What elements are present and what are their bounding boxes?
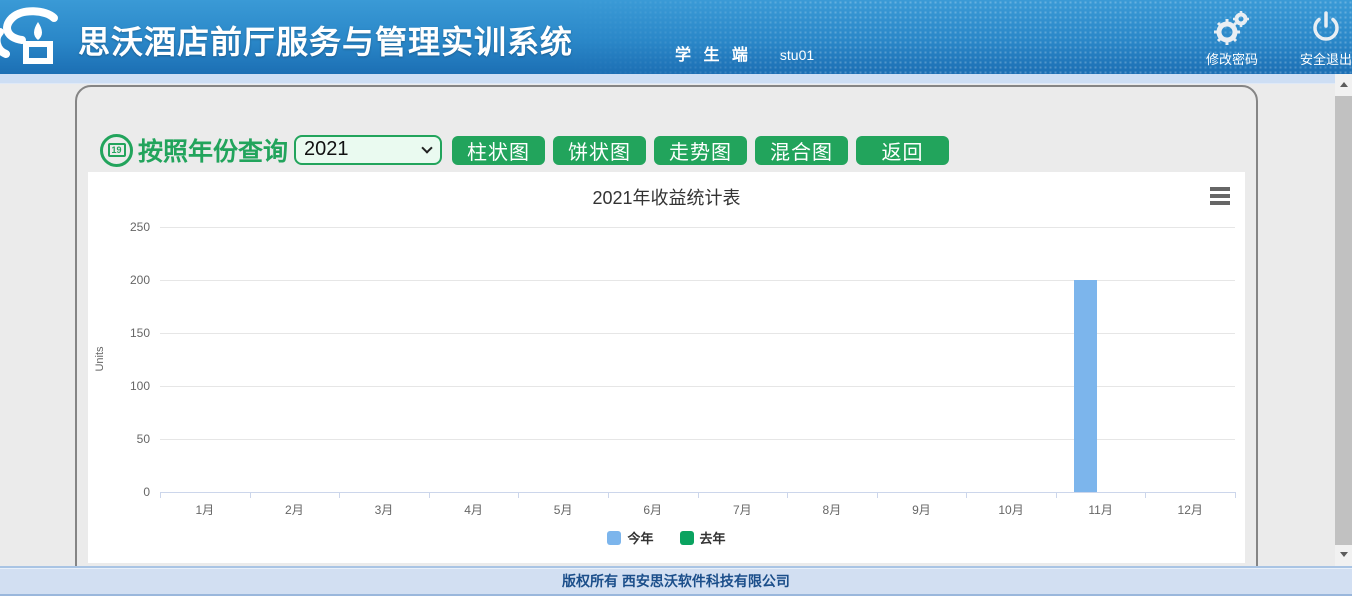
gears-icon (1210, 10, 1254, 46)
trend-chart-button[interactable]: 走势图 (654, 136, 747, 165)
app-logo-icon (0, 4, 76, 70)
y-tick-label: 100 (88, 379, 150, 393)
scroll-down-button[interactable] (1335, 546, 1352, 563)
back-button[interactable]: 返回 (856, 136, 949, 165)
query-bar: 19 按照年份查询 2021 柱状图饼状图走势图混合图返回 (100, 133, 949, 167)
legend-item-去年[interactable]: 去年 (680, 528, 726, 547)
power-icon (1308, 10, 1344, 46)
legend-label: 去年 (700, 528, 726, 547)
x-tick-label: 11月 (1071, 501, 1131, 518)
username: stu01 (780, 47, 814, 63)
app-header: 思沃酒店前厅服务与管理实训系统 学 生 端 stu01 (0, 0, 1352, 74)
x-axis-tick (877, 492, 878, 498)
change-password-button[interactable]: 修改密码 (1184, 10, 1280, 68)
bar-chart-button[interactable]: 柱状图 (452, 136, 545, 165)
chart-legend: 今年 去年 (88, 528, 1245, 547)
legend-swatch (680, 531, 694, 545)
chart-type-buttons: 柱状图饼状图走势图混合图返回 (452, 136, 949, 165)
x-axis-tick (339, 492, 340, 498)
x-axis-tick (1056, 492, 1057, 498)
chart-title: 2021年收益统计表 (88, 184, 1245, 210)
x-axis-tick (250, 492, 251, 498)
x-axis-tick (1235, 492, 1236, 498)
x-axis-tick (160, 492, 161, 498)
x-tick-label: 3月 (354, 501, 414, 518)
x-tick-label: 9月 (891, 501, 951, 518)
hamburger-menu-button[interactable] (1210, 187, 1230, 208)
vertical-scrollbar[interactable] (1335, 74, 1352, 566)
y-tick-label: 50 (88, 432, 150, 446)
calendar-day: 19 (111, 145, 121, 155)
x-tick-label: 10月 (981, 501, 1041, 518)
x-tick-label: 4月 (444, 501, 504, 518)
x-tick-label: 6月 (623, 501, 683, 518)
x-axis-tick (608, 492, 609, 498)
bar-今年-11月[interactable] (1074, 280, 1097, 492)
chart-canvas: 2021年收益统计表 Units 0 50 100 150 200 250 1月 2月 3月 4月… (88, 172, 1245, 563)
x-axis-tick (698, 492, 699, 498)
app-title: 思沃酒店前厅服务与管理实训系统 (78, 17, 573, 63)
x-tick-label: 1月 (175, 501, 235, 518)
footer: 版权所有 西安思沃软件科技有限公司 (0, 566, 1352, 596)
change-password-label: 修改密码 (1206, 49, 1258, 68)
pie-chart-button[interactable]: 饼状图 (553, 136, 646, 165)
content-panel: 19 按照年份查询 2021 柱状图饼状图走势图混合图返回 2021年收益统计表… (75, 85, 1258, 590)
triangle-down-icon (1340, 552, 1348, 557)
scroll-up-button[interactable] (1335, 76, 1352, 93)
query-label: 按照年份查询 (138, 132, 288, 168)
legend-label: 今年 (627, 528, 653, 547)
x-axis-tick (787, 492, 788, 498)
x-tick-label: 12月 (1160, 501, 1220, 518)
x-tick-label: 5月 (533, 501, 593, 518)
x-tick-label: 2月 (264, 501, 324, 518)
y-tick-label: 250 (88, 220, 150, 234)
header-user-info: 学 生 端 stu01 (675, 41, 814, 65)
mixed-chart-button[interactable]: 混合图 (755, 136, 848, 165)
role-label: 学 生 端 (675, 41, 752, 65)
calendar-icon: 19 (100, 134, 133, 167)
x-tick-label: 7月 (712, 501, 772, 518)
triangle-up-icon (1340, 82, 1348, 87)
y-tick-label: 150 (88, 326, 150, 340)
logout-button[interactable]: 安全退出 (1278, 10, 1352, 68)
header-divider (0, 74, 1352, 84)
year-select[interactable]: 2021 (294, 135, 442, 165)
x-axis-tick (429, 492, 430, 498)
x-axis-tick (518, 492, 519, 498)
copyright-text: 版权所有 西安思沃软件科技有限公司 (562, 571, 790, 591)
legend-swatch (607, 531, 621, 545)
x-axis-tick (966, 492, 967, 498)
year-select-wrap: 2021 (294, 135, 442, 165)
page: 思沃酒店前厅服务与管理实训系统 学 生 端 stu01 (0, 0, 1352, 596)
x-axis-tick (1145, 492, 1146, 498)
gridline (160, 227, 1235, 228)
y-axis-title: Units (94, 289, 106, 429)
legend-item-今年[interactable]: 今年 (607, 528, 653, 547)
scrollbar-thumb[interactable] (1335, 96, 1352, 545)
y-tick-label: 0 (88, 485, 150, 499)
x-tick-label: 8月 (802, 501, 862, 518)
logout-label: 安全退出 (1300, 49, 1352, 68)
y-tick-label: 200 (88, 273, 150, 287)
